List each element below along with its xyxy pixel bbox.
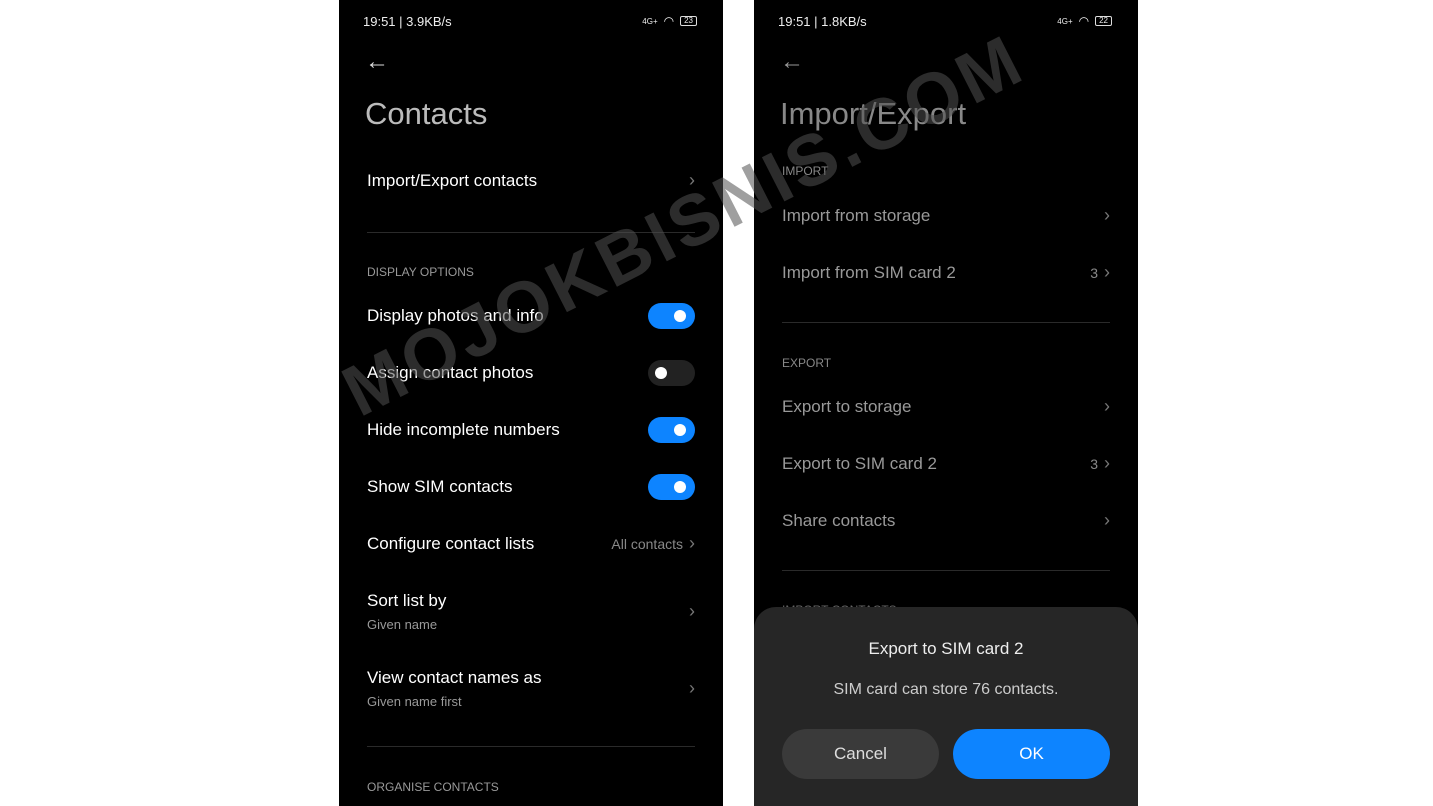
item-label: Share contacts [782, 510, 896, 530]
toggle-show-sim[interactable]: Show SIM contacts [367, 474, 695, 500]
item-label: Export to SIM card 2 [782, 453, 937, 473]
import-from-storage-item[interactable]: Import from storage › [782, 205, 1110, 226]
configure-contact-lists-item[interactable]: Configure contact lists All contacts › [367, 533, 695, 554]
import-export-screen: 19:51 | 1.8KB/s 4G+ ◠ 22 ← Import/Export I… [754, 0, 1138, 806]
signal-icon: 4G+ [642, 16, 658, 26]
toggle-switch[interactable] [648, 360, 695, 386]
chevron-right-icon: › [1104, 262, 1110, 282]
item-sub: Given name [367, 617, 438, 632]
export-to-sim-item[interactable]: Export to SIM card 2 3 › [782, 453, 1110, 474]
page-title: Contacts [365, 96, 488, 131]
import-from-sim-item[interactable]: Import from SIM card 2 3 › [782, 262, 1110, 283]
view-names-item[interactable]: View contact names as Given name first › [367, 668, 695, 709]
item-label: Sort list by [367, 591, 447, 610]
toggle-switch[interactable] [648, 417, 695, 443]
chevron-right-icon: › [1104, 396, 1110, 416]
status-bar: 19:51 | 1.8KB/s 4G+ ◠ 22 [778, 13, 1112, 29]
item-count: 3 [1090, 456, 1098, 472]
section-header: IMPORT [782, 164, 829, 178]
status-bar: 19:51 | 3.9KB/s 4G+ ◠ 23 [363, 13, 697, 29]
item-label: Hide incomplete numbers [367, 420, 560, 439]
toggle-assign-photos[interactable]: Assign contact photos [367, 360, 695, 386]
divider [782, 570, 1110, 571]
item-label: Import from storage [782, 205, 931, 225]
item-value: All contacts [611, 536, 683, 552]
toggle-display-photos[interactable]: Display photos and info [367, 303, 695, 329]
back-arrow-icon[interactable]: ← [365, 48, 389, 76]
item-count: 3 [1090, 265, 1098, 281]
chevron-right-icon: › [689, 170, 695, 190]
item-label: Assign contact photos [367, 363, 534, 382]
item-label: Import from SIM card 2 [782, 262, 956, 282]
section-header: DISPLAY OPTIONS [367, 265, 474, 279]
dialog-title: Export to SIM card 2 [868, 639, 1024, 658]
status-time: 19:51 | 1.8KB/s [778, 13, 867, 29]
item-label: Configure contact lists [367, 533, 535, 553]
chevron-right-icon: › [689, 678, 695, 698]
share-contacts-item[interactable]: Share contacts › [782, 510, 1110, 531]
toggle-switch[interactable] [648, 303, 695, 329]
section-header: ORGANISE CONTACTS [367, 780, 499, 794]
chevron-right-icon: › [1104, 510, 1110, 530]
contacts-settings-screen: 19:51 | 3.9KB/s 4G+ ◠ 23 ← Contacts Import… [339, 0, 723, 806]
chevron-right-icon: › [1104, 453, 1110, 473]
export-to-storage-item[interactable]: Export to storage › [782, 396, 1110, 417]
chevron-right-icon: › [689, 533, 695, 553]
item-label: Export to storage [782, 396, 912, 416]
item-label: Import/Export contacts [367, 170, 538, 190]
wifi-icon: ◠ [663, 14, 675, 28]
item-label: Show SIM contacts [367, 477, 513, 496]
status-time: 19:51 | 3.9KB/s [363, 13, 452, 29]
back-arrow-icon[interactable]: ← [780, 48, 804, 76]
export-dialog: Export to SIM card 2 SIM card can store … [754, 607, 1138, 806]
cancel-button[interactable]: Cancel [782, 729, 939, 779]
dialog-message: SIM card can store 76 contacts. [833, 681, 1059, 698]
battery-icon: 22 [1095, 16, 1112, 26]
toggle-switch[interactable] [648, 474, 695, 500]
chevron-right-icon: › [1104, 205, 1110, 225]
battery-icon: 23 [680, 16, 697, 26]
item-sub: Given name first [367, 694, 462, 709]
chevron-right-icon: › [689, 601, 695, 621]
ok-button[interactable]: OK [953, 729, 1110, 779]
sort-list-item[interactable]: Sort list by Given name › [367, 591, 695, 632]
item-label: Display photos and info [367, 306, 544, 325]
wifi-icon: ◠ [1078, 14, 1090, 28]
item-label: View contact names as [367, 668, 542, 687]
import-export-contacts-item[interactable]: Import/Export contacts › [367, 170, 695, 191]
page-title: Import/Export [780, 96, 967, 131]
signal-icon: 4G+ [1057, 16, 1073, 26]
toggle-hide-incomplete[interactable]: Hide incomplete numbers [367, 417, 695, 443]
section-header: EXPORT [782, 356, 832, 370]
divider [367, 746, 695, 747]
divider [367, 232, 695, 233]
divider [782, 322, 1110, 323]
